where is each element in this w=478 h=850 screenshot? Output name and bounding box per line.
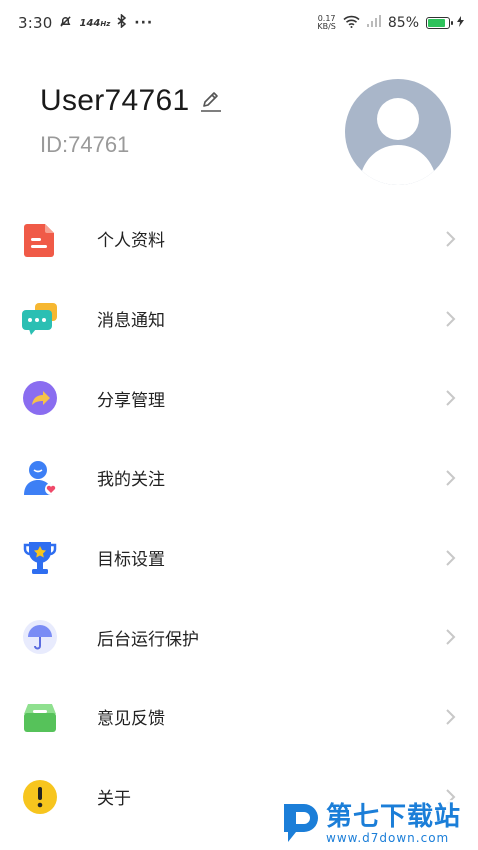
user-id: ID:74761: [40, 132, 130, 157]
menu-label: 意见反馈: [97, 709, 165, 730]
status-time: 3:30: [18, 14, 53, 32]
refresh-rate: 144Hz: [79, 17, 111, 29]
watermark-url: www.d7down.com: [326, 831, 450, 845]
chevron-right-icon: [446, 549, 456, 566]
menu-item-profile[interactable]: 个人资料: [0, 199, 478, 279]
profile-document-icon: [20, 219, 60, 259]
menu-label: 分享管理: [97, 390, 165, 411]
edit-pencil-icon[interactable]: [199, 89, 223, 113]
battery-icon: [426, 17, 453, 29]
message-notification-icon: [20, 299, 60, 339]
menu-label: 关于: [97, 789, 131, 810]
menu-label: 后台运行保护: [97, 629, 199, 650]
charging-bolt-icon: [457, 16, 464, 30]
chevron-right-icon: [446, 709, 456, 725]
trophy-icon: [20, 538, 60, 578]
wifi-icon: [343, 15, 360, 32]
d7-logo-icon: [282, 800, 320, 848]
watermark-title: 第七下载站: [326, 802, 462, 832]
bell-muted-icon: [59, 15, 72, 32]
signal-icon: [366, 15, 381, 31]
menu-label: 目标设置: [97, 550, 165, 571]
status-bar-right: 0.17 KB/S 85%: [317, 15, 464, 32]
settings-menu: 个人资料 消息通知 分享管理 我的关注 目标设置 后台运行保护 意见反馈 关于: [0, 199, 478, 837]
menu-label: 我的关注: [97, 470, 165, 491]
menu-item-following[interactable]: 我的关注: [0, 438, 478, 518]
username: User74761: [40, 84, 190, 117]
battery-percent: 85%: [387, 15, 419, 31]
user-heart-icon: [20, 458, 60, 498]
menu-item-goal-settings[interactable]: 目标设置: [0, 518, 478, 598]
bluetooth-icon: [117, 13, 127, 32]
avatar[interactable]: [345, 79, 451, 185]
feedback-box-icon: [20, 697, 60, 737]
umbrella-icon: [20, 617, 60, 657]
status-bar: 3:30 144Hz ··· 0.17 KB/S 85%: [0, 0, 478, 46]
share-arrow-icon: [20, 378, 60, 418]
profile-header: User74761 ID:74761: [0, 72, 478, 185]
username-row[interactable]: User74761: [40, 84, 223, 118]
network-speed: 0.17 KB/S: [317, 14, 336, 31]
chevron-right-icon: [446, 629, 456, 645]
default-user-avatar-icon: [359, 98, 437, 185]
menu-item-notifications[interactable]: 消息通知: [0, 279, 478, 359]
status-bar-left: 3:30 144Hz ···: [18, 13, 154, 32]
chevron-right-icon: [446, 310, 456, 327]
chevron-right-icon: [446, 231, 456, 247]
menu-label: 个人资料: [97, 231, 165, 252]
menu-item-background-protection[interactable]: 后台运行保护: [0, 597, 478, 677]
watermark: 第七下载站 www.d7down.com: [282, 800, 472, 848]
exclamation-icon: [20, 777, 60, 817]
chevron-right-icon: [446, 470, 456, 486]
more-notifications-icon: ···: [134, 15, 154, 31]
chevron-right-icon: [446, 390, 456, 406]
menu-item-feedback[interactable]: 意见反馈: [0, 677, 478, 757]
menu-label: 消息通知: [97, 311, 165, 332]
menu-item-share-management[interactable]: 分享管理: [0, 358, 478, 438]
